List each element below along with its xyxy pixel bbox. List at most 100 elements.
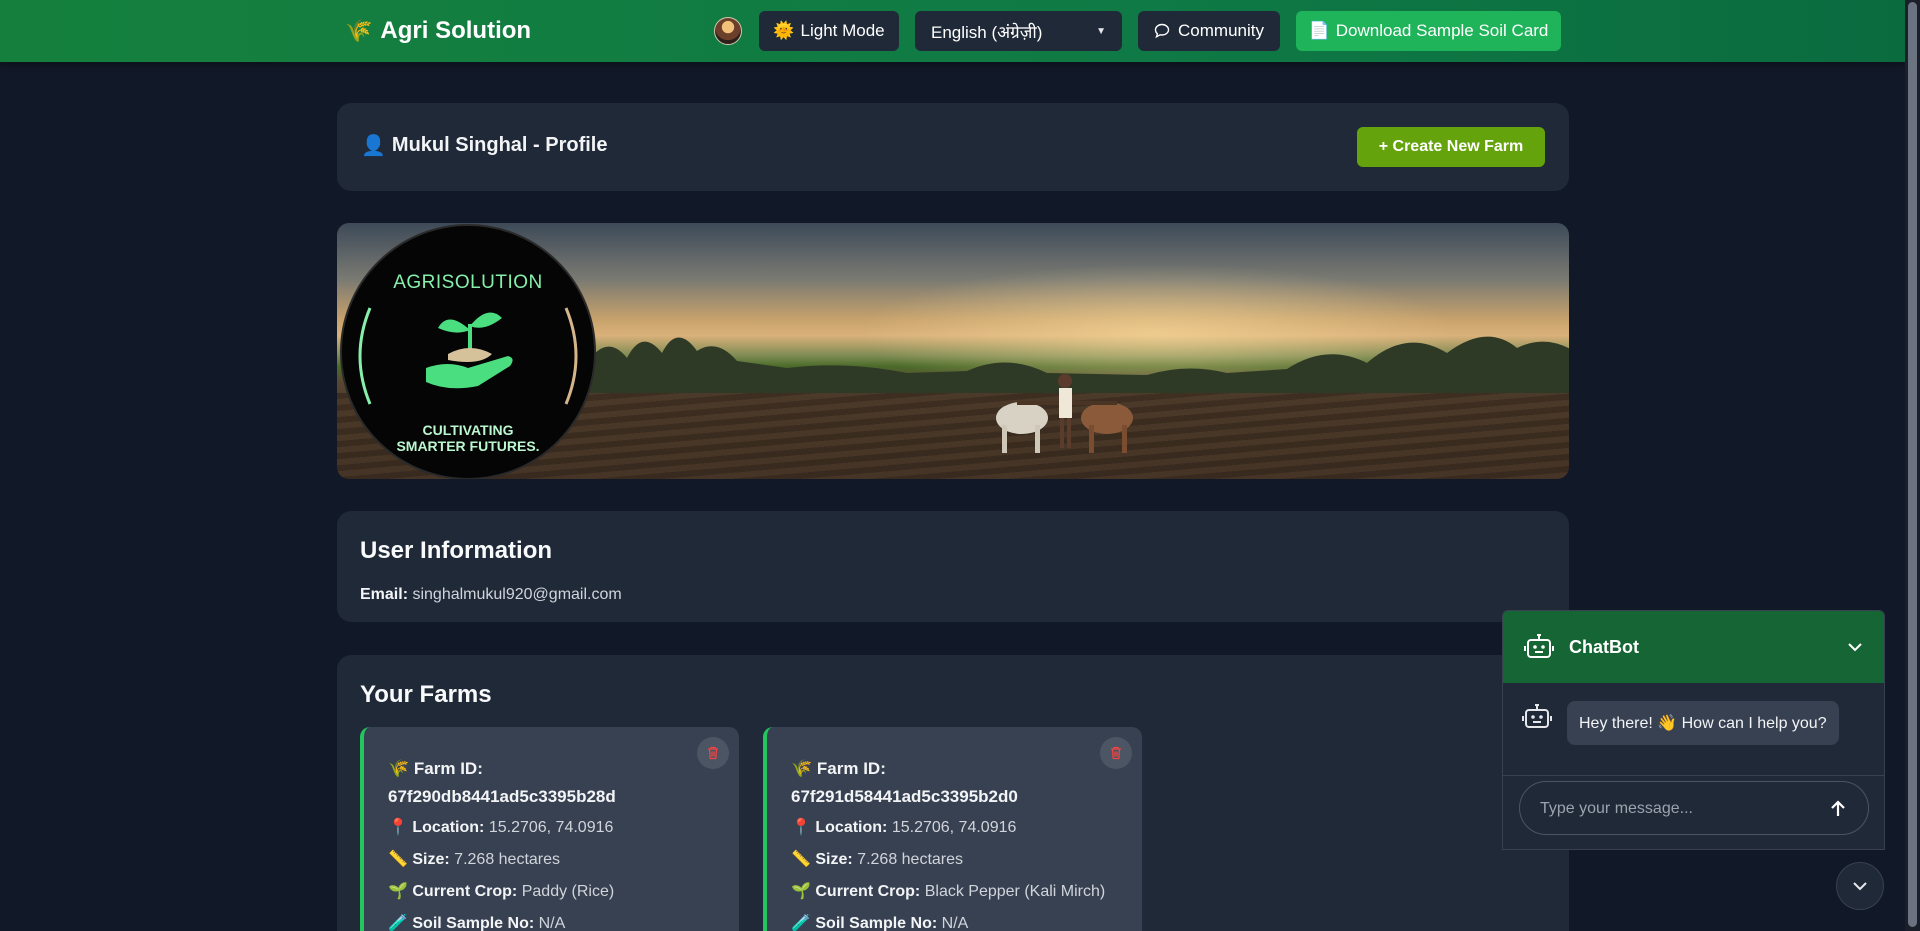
location-value: 15.2706, 74.0916: [488, 819, 614, 836]
farm-id-value: 67f291d58441ad5c3395b2d0: [791, 787, 1018, 806]
farm-size: 📏 Size: 7.268 hectares: [388, 849, 560, 869]
logo-arc-left-icon: [358, 307, 372, 405]
farm-size: 📏 Size: 7.268 hectares: [791, 849, 963, 869]
size-value: 7.268 hectares: [857, 851, 964, 868]
location-label: Location:: [412, 819, 485, 836]
chatbot-title: ChatBot: [1569, 636, 1639, 657]
user-info-heading: User Information: [360, 537, 553, 564]
size-label: Size:: [412, 851, 450, 868]
soil-label: Soil Sample No:: [412, 915, 535, 931]
create-new-farm-button[interactable]: + Create New Farm: [1357, 127, 1545, 167]
size-label: Size:: [815, 851, 853, 868]
your-farms-section: Your Farms 🌾 Farm ID: 67f290db8441ad5c33…: [337, 655, 1569, 931]
community-label: Community: [1178, 21, 1264, 40]
chevron-down-icon: [1853, 882, 1867, 891]
community-button[interactable]: Community: [1138, 11, 1280, 51]
language-select[interactable]: English (अंग्रेज़ी) ▼: [915, 11, 1122, 51]
chevron-down-icon[interactable]: [1846, 638, 1864, 656]
pin-icon: 📍: [791, 819, 811, 836]
ruler-icon: 📏: [388, 851, 408, 868]
page-scrollbar[interactable]: [1905, 0, 1920, 931]
chatbot-toggle-button[interactable]: [1836, 862, 1884, 910]
farm-card[interactable]: 🌾 Farm ID: 67f290db8441ad5c3395b28d 📍 Lo…: [360, 727, 739, 931]
user-information-card: User Information Email: singhalmukul920@…: [337, 511, 1569, 622]
farm-location: 📍 Location: 15.2706, 74.0916: [791, 817, 1016, 837]
document-icon: 📄: [1308, 21, 1330, 40]
test-tube-icon: 🧪: [388, 915, 408, 931]
farm-soil-sample: 🧪 Soil Sample No: N/A: [791, 913, 968, 931]
seedling-hand-icon: [426, 312, 513, 389]
farm-id: 🌾 Farm ID: 67f290db8441ad5c3395b28d: [388, 755, 688, 811]
trash-icon: [1111, 746, 1121, 760]
location-value: 15.2706, 74.0916: [891, 819, 1017, 836]
robot-icon: [1523, 631, 1555, 663]
delete-farm-button[interactable]: [697, 737, 729, 769]
light-mode-label: Light Mode: [800, 21, 885, 40]
seedling-icon: 🌱: [388, 883, 408, 900]
arrow-up-icon: [1831, 800, 1845, 816]
logo-tagline-line-1: CULTIVATING: [422, 422, 514, 438]
farm-soil-sample: 🧪 Soil Sample No: N/A: [388, 913, 565, 931]
crop-value: Paddy (Rice): [521, 883, 615, 900]
soil-value: N/A: [538, 915, 566, 931]
send-message-button[interactable]: [1824, 795, 1852, 823]
logo-arc-right-icon: [564, 307, 578, 405]
farm-location: 📍 Location: 15.2706, 74.0916: [388, 817, 613, 837]
bot-message-bubble: Hey there! 👋 How can I help you?: [1567, 701, 1839, 745]
size-value: 7.268 hectares: [454, 851, 561, 868]
farm-id: 🌾 Farm ID: 67f291d58441ad5c3395b2d0: [791, 755, 1091, 811]
farm-current-crop: 🌱 Current Crop: Paddy (Rice): [388, 881, 614, 901]
download-label: Download Sample Soil Card: [1335, 21, 1549, 40]
soil-value: N/A: [941, 915, 969, 931]
crop-label: Current Crop:: [412, 883, 518, 900]
crop-label: Current Crop:: [815, 883, 921, 900]
farmer-with-oxen-illustration: [996, 374, 1133, 453]
crop-value: Black Pepper (Kali Mirch): [924, 883, 1106, 900]
chat-bubble-icon: [1154, 23, 1170, 39]
chat-messages: Hey there! 👋 How can I help you?: [1503, 683, 1884, 775]
language-selected-value: English (अंग्रेज़ी): [931, 22, 1043, 42]
farms-heading: Your Farms: [360, 681, 492, 708]
farm-id-value: 67f290db8441ad5c3395b28d: [388, 787, 616, 806]
profile-title-text: Mukul Singhal - Profile: [391, 134, 608, 156]
farm-id-label: Farm ID:: [816, 759, 886, 778]
delete-farm-button[interactable]: [1100, 737, 1132, 769]
robot-icon: [1522, 704, 1552, 728]
agrisolution-logo: AGRISOLUTION CULTIVATING SMARTER FUTURES…: [340, 224, 596, 479]
farm-current-crop: 🌱 Current Crop: Black Pepper (Kali Mirch…: [791, 881, 1105, 901]
wheat-icon: 🌾: [345, 18, 373, 43]
farm-id-label: Farm ID:: [413, 759, 483, 778]
logo-tagline-line-2: SMARTER FUTURES.: [396, 438, 540, 454]
chat-divider: [1503, 775, 1884, 776]
chatbot-header[interactable]: ChatBot: [1503, 611, 1884, 683]
logo-title: AGRISOLUTION: [393, 272, 543, 293]
location-label: Location:: [815, 819, 888, 836]
download-soil-card-button[interactable]: 📄 Download Sample Soil Card: [1296, 11, 1561, 51]
profile-header-card: 👤 Mukul Singhal - Profile + Create New F…: [337, 103, 1569, 191]
trash-icon: [708, 746, 718, 760]
user-email-row: Email: singhalmukul920@gmail.com: [360, 586, 622, 604]
logo-tagline: CULTIVATING SMARTER FUTURES.: [342, 422, 594, 454]
user-icon: 👤: [361, 135, 386, 157]
pin-icon: 📍: [388, 819, 408, 836]
test-tube-icon: 🧪: [791, 915, 811, 931]
email-value: singhalmukul920@gmail.com: [412, 586, 622, 603]
farm-card[interactable]: 🌾 Farm ID: 67f291d58441ad5c3395b2d0 📍 Lo…: [763, 727, 1142, 931]
top-navbar: 🌾 Agri Solution 🌞 Light Mode English (अं…: [0, 0, 1905, 62]
soil-label: Soil Sample No:: [815, 915, 938, 931]
user-avatar[interactable]: [714, 17, 742, 45]
scrollbar-thumb[interactable]: [1908, 2, 1917, 927]
chat-message-input[interactable]: [1540, 796, 1800, 822]
light-mode-button[interactable]: 🌞 Light Mode: [759, 11, 899, 51]
sun-icon: 🌞: [773, 21, 795, 40]
brand-logo[interactable]: 🌾 Agri Solution: [345, 14, 531, 48]
seedling-icon: 🌱: [791, 883, 811, 900]
email-label: Email:: [360, 586, 409, 603]
chatbot-panel: ChatBot Hey there! 👋 How can I help you?: [1502, 610, 1885, 850]
hero-banner: AGRISOLUTION CULTIVATING SMARTER FUTURES…: [337, 223, 1569, 479]
brand-name: Agri Solution: [380, 17, 532, 44]
caret-down-icon: ▼: [1096, 25, 1106, 37]
profile-title: 👤 Mukul Singhal - Profile: [361, 133, 607, 158]
wheat-icon: 🌾: [388, 759, 410, 778]
chat-input-wrapper: [1519, 781, 1869, 835]
